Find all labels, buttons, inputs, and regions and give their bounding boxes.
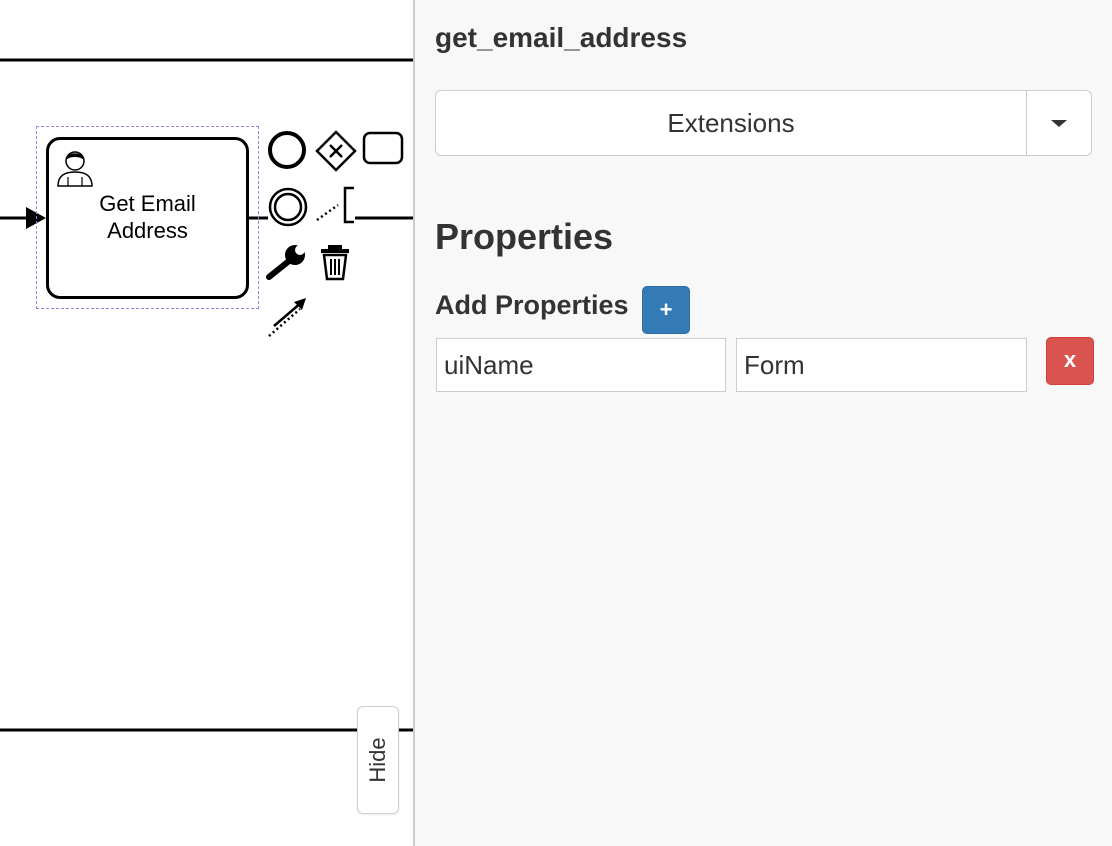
section-title: Properties [435, 216, 614, 257]
property-value-input[interactable] [736, 338, 1027, 392]
user-task-icon [57, 151, 93, 187]
hide-panel-button[interactable]: Hide [357, 706, 399, 814]
task-label: Get Email Address [99, 191, 196, 243]
diagram-canvas[interactable]: Get Email Address Hide [0, 0, 413, 846]
trash-icon[interactable] [318, 243, 354, 283]
add-properties-label: Add Properties [435, 290, 629, 320]
remove-property-button[interactable]: x [1046, 337, 1094, 385]
wrench-icon[interactable] [265, 243, 309, 283]
intermediate-event-icon[interactable] [266, 185, 310, 229]
properties-panel: get_email_address Extensions Properties … [413, 0, 1112, 846]
hide-label: Hide [365, 737, 390, 783]
chevron-down-icon[interactable] [1051, 120, 1067, 127]
tab-selector-divider [1026, 91, 1027, 155]
user-task-get-email-address[interactable]: Get Email Address [46, 137, 249, 299]
tab-selected-value: Extensions [667, 108, 795, 138]
task-icon[interactable] [362, 131, 406, 167]
start-event-icon[interactable] [266, 129, 308, 171]
text-annotation-icon[interactable] [314, 185, 358, 227]
add-property-button[interactable]: + [642, 286, 690, 334]
element-id-title: get_email_address [435, 22, 688, 53]
tab-selector[interactable]: Extensions [435, 90, 1092, 156]
connect-icon[interactable] [266, 296, 310, 340]
property-key-input[interactable] [436, 338, 726, 392]
exclusive-gateway-icon[interactable] [314, 129, 358, 173]
